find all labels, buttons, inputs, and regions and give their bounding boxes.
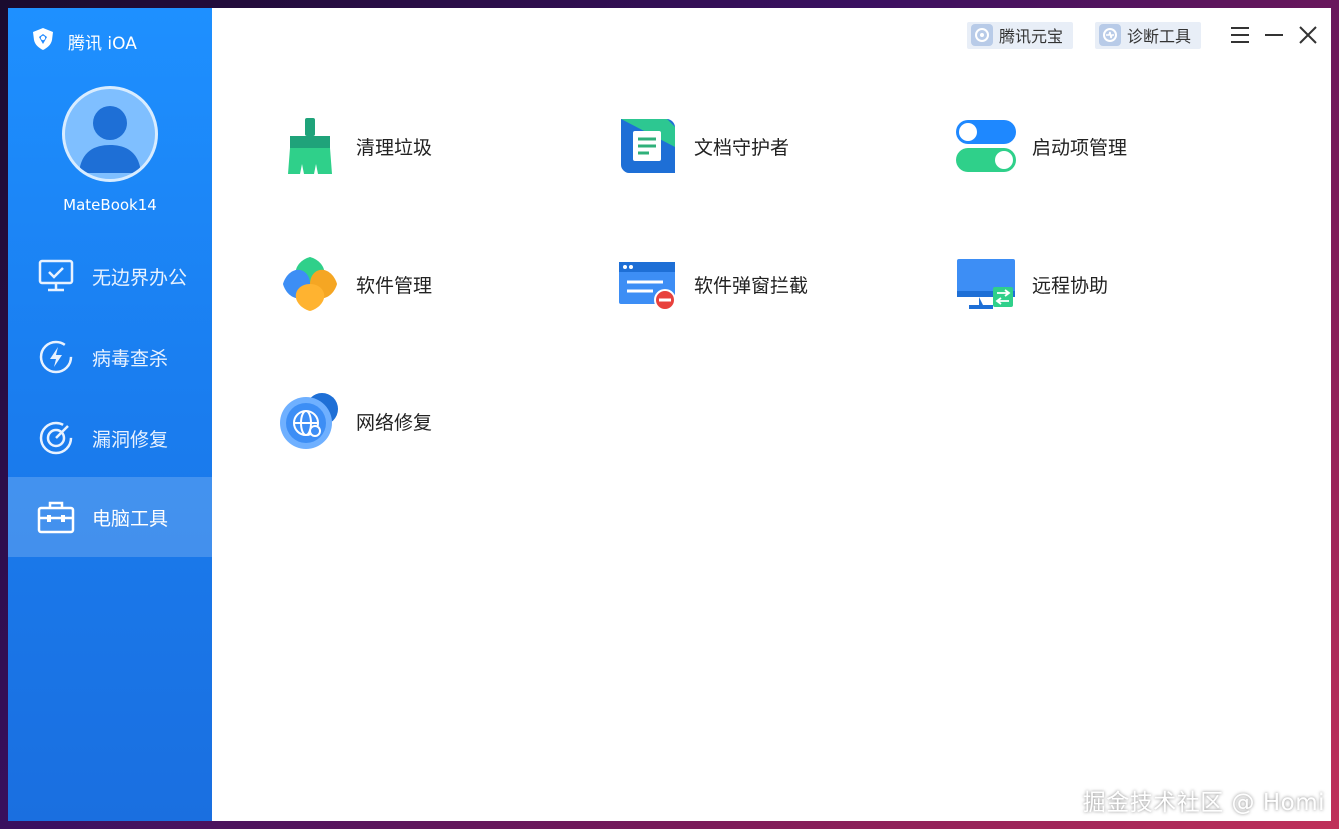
- broom-icon: [278, 114, 342, 178]
- globe-repair-icon: [278, 389, 342, 453]
- diagnose-label: 诊断工具: [1126, 27, 1191, 46]
- tool-network-repair[interactable]: 网络修复: [278, 389, 432, 453]
- title-bar: 腾讯元宝 诊断工具: [966, 8, 1331, 62]
- tool-label: 软件管理: [356, 274, 433, 297]
- clover-icon: [278, 252, 342, 316]
- sidebar-item-vuln-fix[interactable]: 漏洞修复: [8, 398, 212, 478]
- document-icon: [616, 114, 680, 178]
- yuanbao-icon: [970, 24, 993, 46]
- tool-label: 启动项管理: [1032, 136, 1128, 159]
- minimize-icon[interactable]: [1257, 18, 1291, 52]
- ioa-logo-icon: [30, 26, 56, 56]
- sidebar-item-label: 病毒查杀: [92, 347, 169, 370]
- tool-popup-blocker[interactable]: 软件弹窗拦截: [616, 252, 808, 316]
- tool-label: 网络修复: [356, 411, 433, 434]
- watermark: 掘金技术社区 @ Homi: [1082, 790, 1325, 816]
- diagnose-tool-button[interactable]: 诊断工具: [1094, 21, 1201, 49]
- diagnose-icon: [1098, 24, 1121, 46]
- monitor-icon: [36, 256, 76, 296]
- sidebar: 腾讯 iOA MateBook14 无边界办公 病毒查杀 漏洞修复 电脑工具: [8, 8, 212, 821]
- sidebar-item-label: 电脑工具: [92, 507, 169, 530]
- device-name: MateBook14: [63, 196, 157, 214]
- tool-remote-assist[interactable]: 远程协助: [954, 252, 1108, 316]
- toggle-switch-icon: [954, 114, 1018, 178]
- tool-label: 文档守护者: [694, 136, 790, 159]
- yuanbao-button[interactable]: 腾讯元宝: [966, 21, 1073, 49]
- lightning-shield-icon: [36, 337, 76, 377]
- sidebar-item-borderless-office[interactable]: 无边界办公: [8, 236, 212, 316]
- tool-startup-manager[interactable]: 启动项管理: [954, 114, 1127, 178]
- tool-doc-guardian[interactable]: 文档守护者: [616, 114, 789, 178]
- brand: 腾讯 iOA: [30, 26, 137, 56]
- sidebar-item-label: 无边界办公: [92, 266, 188, 289]
- sidebar-item-virus-scan[interactable]: 病毒查杀: [8, 317, 212, 397]
- tool-clean-junk[interactable]: 清理垃圾: [278, 114, 432, 178]
- tool-label: 清理垃圾: [356, 136, 433, 159]
- brand-name: 腾讯 iOA: [68, 33, 137, 54]
- sidebar-item-label: 漏洞修复: [92, 428, 169, 451]
- app-window: 腾讯 iOA MateBook14 无边界办公 病毒查杀 漏洞修复 电脑工具 腾…: [8, 8, 1331, 821]
- tool-label: 软件弹窗拦截: [694, 274, 809, 297]
- close-icon[interactable]: [1291, 18, 1325, 52]
- yuanbao-label: 腾讯元宝: [998, 27, 1063, 46]
- target-icon: [36, 418, 76, 458]
- tool-label: 远程协助: [1032, 274, 1109, 297]
- toolbox-icon: [36, 497, 76, 537]
- popup-block-icon: [616, 252, 680, 316]
- avatar[interactable]: [62, 86, 158, 182]
- remote-monitor-icon: [954, 252, 1018, 316]
- tool-software-manager[interactable]: 软件管理: [278, 252, 432, 316]
- sidebar-item-pc-tools[interactable]: 电脑工具: [8, 477, 212, 557]
- menu-icon[interactable]: [1223, 18, 1257, 52]
